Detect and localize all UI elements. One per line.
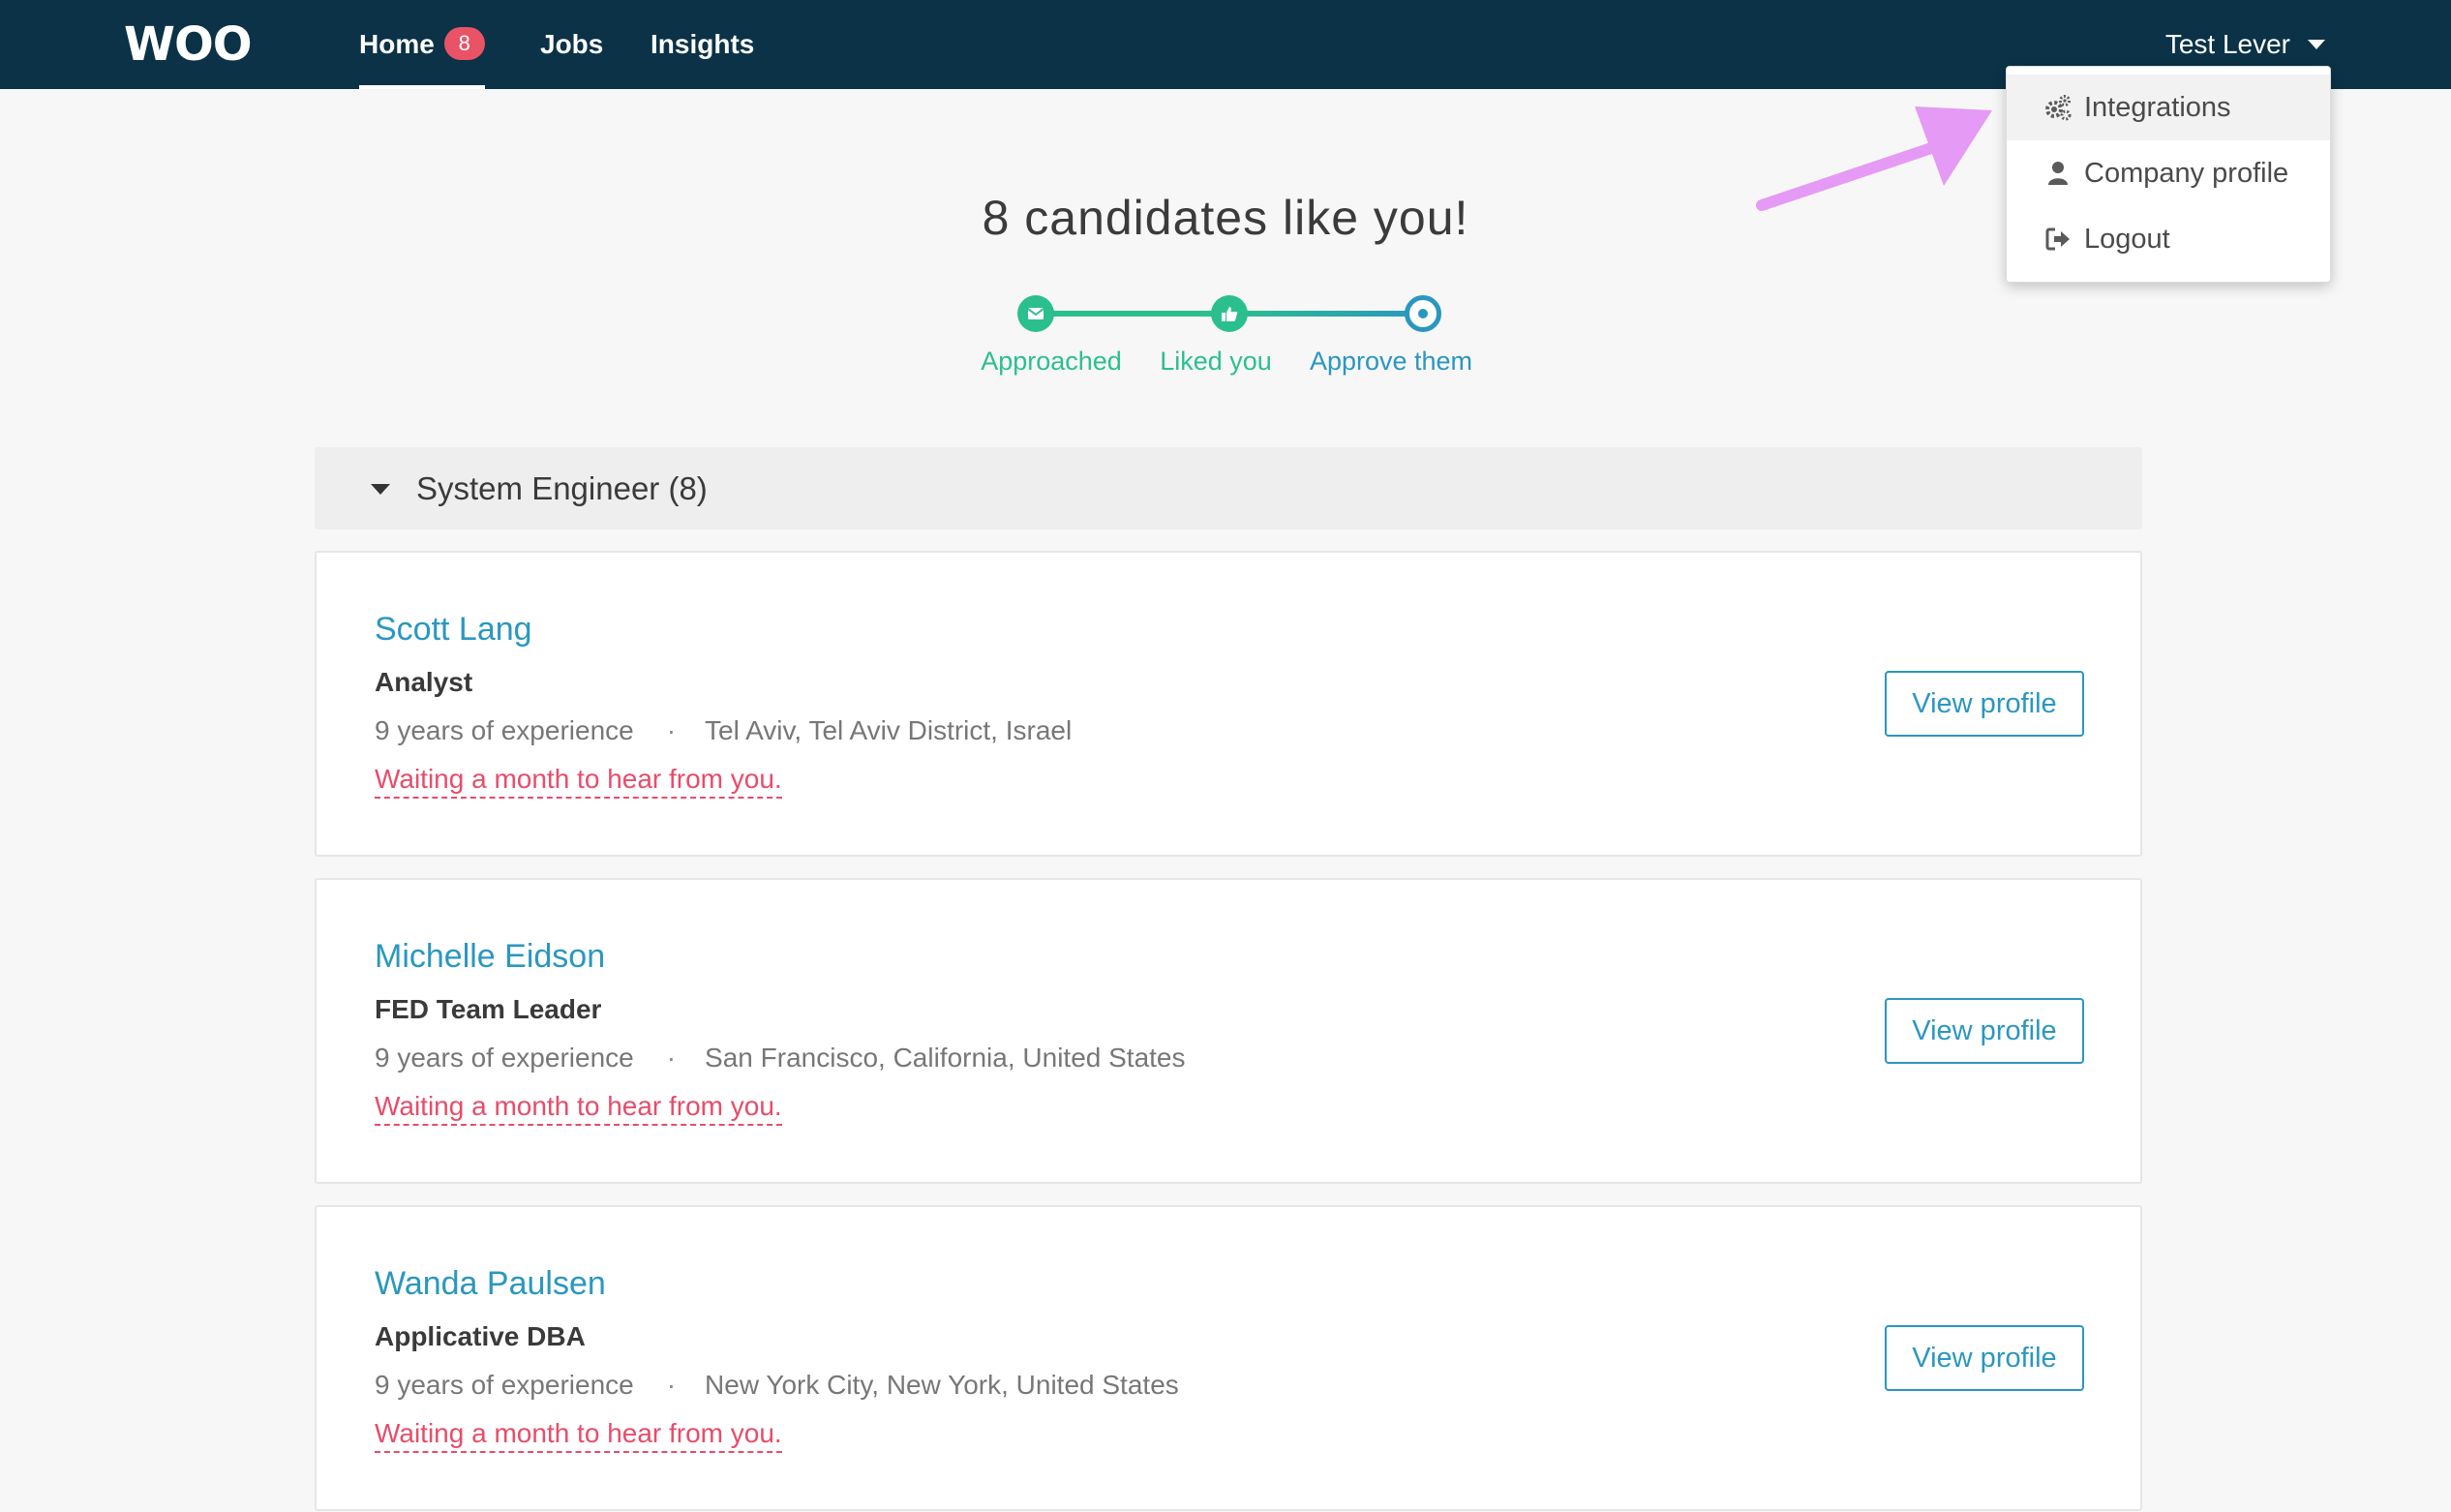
candidate-role: Analyst	[375, 667, 473, 697]
candidate-role: Applicative DBA	[375, 1321, 586, 1351]
candidate-card: Wanda Paulsen Applicative DBA 9 years of…	[315, 1205, 2142, 1511]
caret-down-icon	[371, 484, 390, 495]
envelope-icon	[1027, 308, 1044, 319]
step-label-approve-them: Approve them	[1309, 347, 1473, 376]
candidate-name[interactable]: Wanda Paulsen	[375, 1265, 606, 1303]
candidate-location: New York City, New York, United States	[705, 1370, 1179, 1400]
menu-item-label: Integrations	[2084, 92, 2231, 123]
separator-dot: ·	[666, 1043, 677, 1073]
step-approached	[1017, 295, 1054, 332]
candidate-name[interactable]: Scott Lang	[375, 611, 532, 649]
gears-icon	[2045, 95, 2072, 121]
candidate-role: FED Team Leader	[375, 994, 602, 1024]
user-icon	[2048, 162, 2068, 185]
woo-logo[interactable]: WOO	[124, 17, 253, 72]
user-dropdown-menu: Integrations Company profile Logout	[2006, 66, 2331, 283]
candidate-status[interactable]: Waiting a month to hear from you.	[375, 1091, 782, 1126]
candidate-name[interactable]: Michelle Eidson	[375, 938, 605, 976]
nav-insights[interactable]: Insights	[651, 0, 754, 89]
step-label-approached: Approached	[981, 347, 1122, 376]
candidate-experience: 9 years of experience	[375, 715, 634, 745]
nav-home[interactable]: Home 8	[359, 0, 485, 89]
progress-stepper: Approached Liked you Approve them	[968, 287, 1510, 383]
stepper-connector	[1229, 311, 1423, 317]
candidate-status[interactable]: Waiting a month to hear from you.	[375, 1418, 782, 1453]
user-name: Test Lever	[2164, 29, 2290, 59]
job-group-title: System Engineer (8)	[416, 470, 708, 506]
candidate-meta: 9 years of experience · New York City, New…	[375, 1370, 1179, 1401]
separator-dot: ·	[666, 715, 677, 745]
candidate-location: Tel Aviv, Tel Aviv District, Israel	[705, 715, 1073, 745]
notification-badge: 8	[443, 26, 485, 60]
candidate-experience: 9 years of experience	[375, 1043, 634, 1073]
candidate-meta: 9 years of experience · Tel Aviv, Tel Aviv…	[375, 715, 1072, 746]
candidate-location: San Francisco, California, United States	[705, 1043, 1186, 1073]
stepper-connector	[1036, 311, 1229, 317]
nav-jobs[interactable]: Jobs	[540, 0, 603, 89]
separator-dot: ·	[666, 1370, 677, 1400]
step-liked-you	[1211, 295, 1248, 332]
view-profile-button[interactable]: View profile	[1885, 671, 2084, 737]
nav-home-label: Home	[359, 29, 435, 59]
chevron-down-icon	[2308, 39, 2325, 49]
candidate-card: Scott Lang Analyst 9 years of experience…	[315, 551, 2142, 857]
view-profile-button[interactable]: View profile	[1885, 1325, 2084, 1391]
candidate-experience: 9 years of experience	[375, 1370, 634, 1400]
page-title: 8 candidates like you!	[982, 191, 1469, 245]
view-profile-button[interactable]: View profile	[1885, 998, 2084, 1064]
candidate-status[interactable]: Waiting a month to hear from you.	[375, 764, 782, 799]
job-group-header[interactable]: System Engineer (8)	[315, 447, 2142, 529]
thumbs-up-icon	[1222, 307, 1238, 321]
menu-item-integrations[interactable]: Integrations	[2007, 75, 2330, 140]
candidate-card: Michelle Eidson FED Team Leader 9 years …	[315, 878, 2142, 1184]
step-approve-them	[1405, 295, 1441, 332]
candidate-meta: 9 years of experience · San Francisco, Cal…	[375, 1043, 1186, 1074]
active-tab-indicator	[359, 85, 485, 89]
step-label-liked-you: Liked you	[1160, 347, 1272, 376]
target-icon	[1418, 309, 1428, 318]
